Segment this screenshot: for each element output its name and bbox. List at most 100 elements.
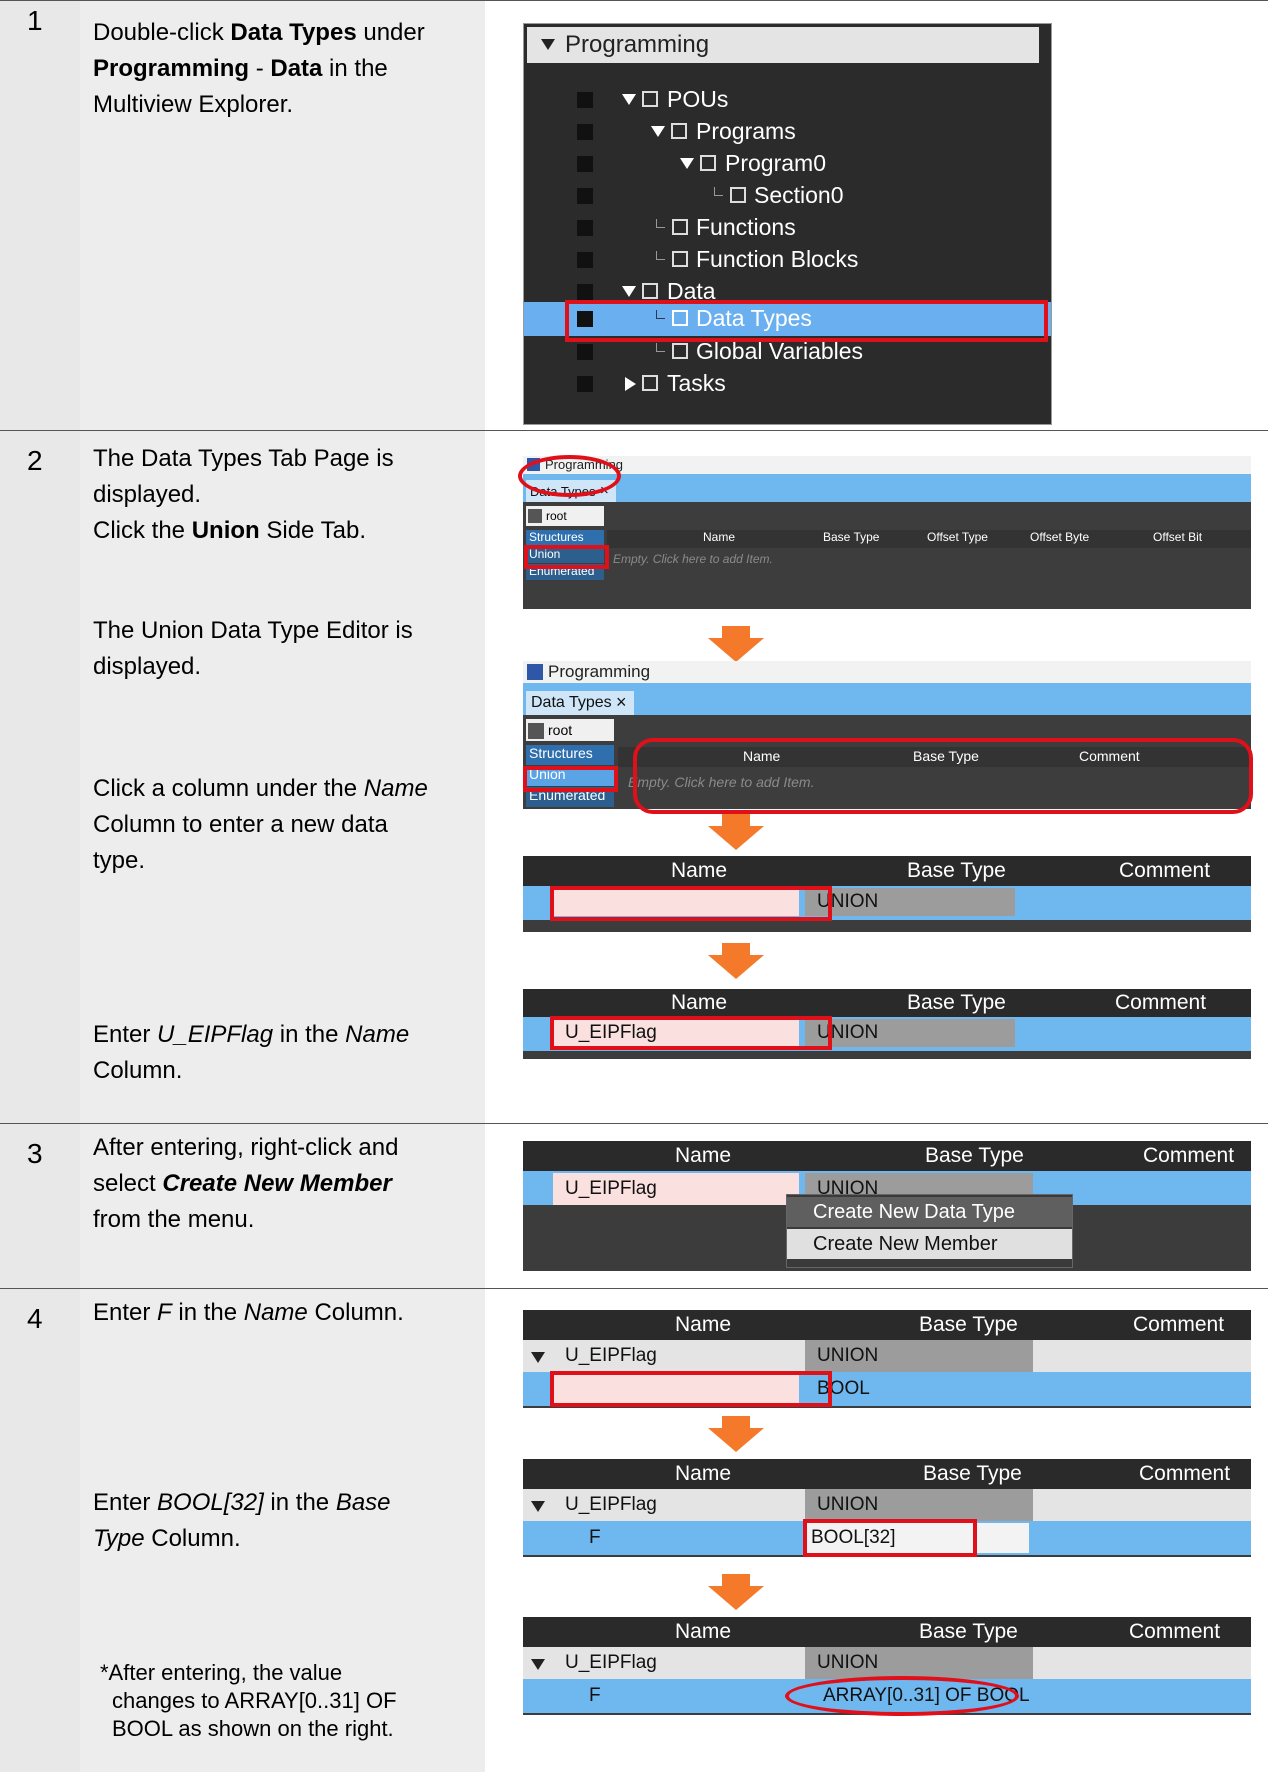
expand-arrow-icon[interactable] (531, 1659, 545, 1670)
col-offset-bit[interactable]: Offset Bit (1153, 530, 1202, 544)
down-arrow-icon (708, 943, 764, 979)
close-icon[interactable]: × (616, 692, 627, 713)
side-tab-structures[interactable]: Structures (526, 530, 604, 546)
col-base-type[interactable]: Base Type (907, 859, 1006, 883)
text: in the (171, 1299, 244, 1326)
expand-arrow-icon[interactable] (680, 158, 694, 169)
col-name[interactable]: Name (675, 1462, 731, 1486)
expand-arrow-icon[interactable] (531, 1501, 545, 1512)
global-variables-icon (672, 343, 688, 359)
col-base-type[interactable]: Base Type (919, 1313, 1018, 1337)
menu-item-create-new-member[interactable]: Create New Member (787, 1229, 1072, 1259)
expand-arrow-icon[interactable] (622, 286, 636, 297)
tree-header-label: Programming (565, 31, 710, 58)
expand-arrow-icon[interactable] (622, 94, 636, 105)
col-offset-byte[interactable]: Offset Byte (1030, 530, 1089, 544)
menu-item-create-new-data-type[interactable]: Create New Data Type (787, 1197, 1072, 1227)
text: under (356, 19, 425, 46)
step-4-note: *After entering, the value changes to AR… (100, 1659, 397, 1743)
col-comment[interactable]: Comment (1115, 991, 1206, 1015)
section-icon (730, 187, 746, 203)
base-type-cell[interactable]: UNION (805, 1340, 1033, 1372)
name-cell[interactable]: F (553, 1523, 799, 1553)
step-number: 4 (27, 1303, 43, 1334)
data-icon (642, 283, 658, 299)
col-comment[interactable]: Comment (1139, 1462, 1230, 1486)
col-name[interactable]: Name (675, 1144, 731, 1168)
empty-hint[interactable]: Empty. Click here to add Item. (613, 552, 773, 566)
text-bold: Data Types (230, 19, 357, 46)
tab-strip: Data Types × (523, 474, 1251, 502)
tree-item-section0[interactable]: Section0 (754, 182, 844, 209)
text: type. (93, 847, 146, 874)
expand-arrow-icon[interactable] (651, 126, 665, 137)
context-menu: Create New Data Type Create New Member (786, 1194, 1073, 1268)
col-name[interactable]: Name (671, 991, 727, 1015)
col-offset-type[interactable]: Offset Type (927, 530, 988, 544)
step-4-row: 4 Enter F in the Name Column. Enter BOOL… (0, 1288, 1268, 1772)
text: Enter (93, 1489, 158, 1516)
highlight-box (550, 1371, 832, 1407)
text: Column. (307, 1299, 404, 1326)
step-2-text-d: Enter U_EIPFlag in the Name Column. (93, 1017, 409, 1089)
collapse-arrow-icon[interactable] (625, 377, 636, 391)
tree-gutter-icon (577, 252, 593, 268)
col-comment[interactable]: Comment (1133, 1313, 1224, 1337)
tree-gutter-icon (577, 220, 593, 236)
multiview-explorer-tree: Programming POUs Programs Program0 Secti… (523, 23, 1052, 425)
text: changes to ARRAY[0..31] OF (112, 1688, 397, 1713)
expand-arrow-icon[interactable] (531, 1352, 545, 1363)
col-base-type[interactable]: Base Type (823, 530, 879, 544)
tree-item-program0[interactable]: Program0 (725, 150, 826, 177)
tree-item-pous[interactable]: POUs (667, 86, 728, 113)
col-base-type[interactable]: Base Type (923, 1462, 1022, 1486)
col-base-type[interactable]: Base Type (919, 1620, 1018, 1644)
name-cell[interactable]: U_EIPFlag (553, 1649, 799, 1677)
pou-icon (642, 91, 658, 107)
grid-header: Name Base Type Comment (523, 1310, 1251, 1340)
text: The Union Data Type Editor is (93, 617, 413, 644)
base-type-cell[interactable]: UNION (805, 1489, 1033, 1521)
name-cell[interactable]: F (553, 1681, 799, 1711)
tree-header-programming[interactable]: Programming (527, 27, 1039, 63)
tree-item-tasks[interactable]: Tasks (667, 370, 726, 397)
col-name[interactable]: Name (703, 530, 735, 544)
base-type-cell[interactable]: UNION (805, 888, 1015, 916)
col-name[interactable]: Name (675, 1620, 731, 1644)
text: - (249, 55, 271, 82)
text-italic: U_EIPFlag (157, 1021, 274, 1048)
data-grid-context-menu: Name Base Type Comment U_EIPFlag UNION C… (523, 1141, 1251, 1271)
programs-icon (671, 123, 687, 139)
text-italic: BOOL[32] (157, 1489, 264, 1516)
grid-header: Name Base Type Comment (523, 1141, 1251, 1171)
tab-data-types[interactable]: Data Types × (526, 691, 634, 715)
tree-item-function-blocks[interactable]: Function Blocks (696, 246, 858, 273)
highlight-oval (785, 1676, 1019, 1716)
tree-item-global-variables[interactable]: Global Variables (696, 338, 863, 365)
highlight-box (803, 1519, 977, 1557)
base-type-cell[interactable]: BOOL (805, 1374, 1033, 1404)
base-type-cell[interactable]: UNION (805, 1019, 1015, 1047)
col-comment[interactable]: Comment (1129, 1620, 1220, 1644)
expand-arrow-icon[interactable] (541, 39, 555, 50)
name-cell[interactable]: U_EIPFlag (553, 1342, 799, 1370)
functions-icon (672, 219, 688, 235)
tree-item-functions[interactable]: Functions (696, 214, 796, 241)
col-name[interactable]: Name (671, 859, 727, 883)
base-type-cell[interactable]: UNION (805, 1647, 1033, 1679)
step-3-row: 3 After entering, right-click and select… (0, 1123, 1268, 1289)
name-cell[interactable]: U_EIPFlag (553, 1491, 799, 1519)
tree-gutter-icon (577, 284, 593, 300)
side-tab-structures[interactable]: Structures (526, 745, 614, 765)
col-base-type[interactable]: Base Type (907, 991, 1006, 1015)
text-italic: Name (345, 1021, 410, 1048)
col-comment[interactable]: Comment (1119, 859, 1210, 883)
step-4-text-a: Enter F in the Name Column. (93, 1295, 404, 1331)
col-name[interactable]: Name (675, 1313, 731, 1337)
text-italic: Name (363, 775, 428, 802)
col-base-type[interactable]: Base Type (925, 1144, 1024, 1168)
grid-header: Name Base Type Comment (523, 856, 1251, 886)
col-comment[interactable]: Comment (1143, 1144, 1234, 1168)
tree-item-programs[interactable]: Programs (696, 118, 796, 145)
name-cell[interactable]: U_EIPFlag (553, 1173, 799, 1205)
